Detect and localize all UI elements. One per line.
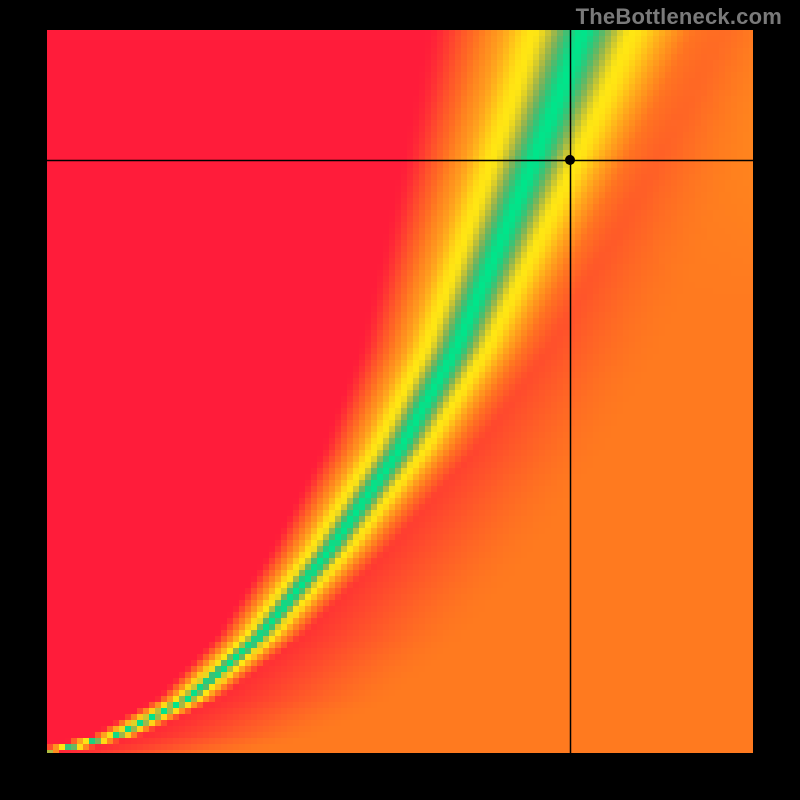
chart-frame: TheBottleneck.com [0, 0, 800, 800]
heatmap-plot [47, 30, 753, 753]
heatmap-canvas [47, 30, 753, 753]
watermark-text: TheBottleneck.com [576, 4, 782, 30]
